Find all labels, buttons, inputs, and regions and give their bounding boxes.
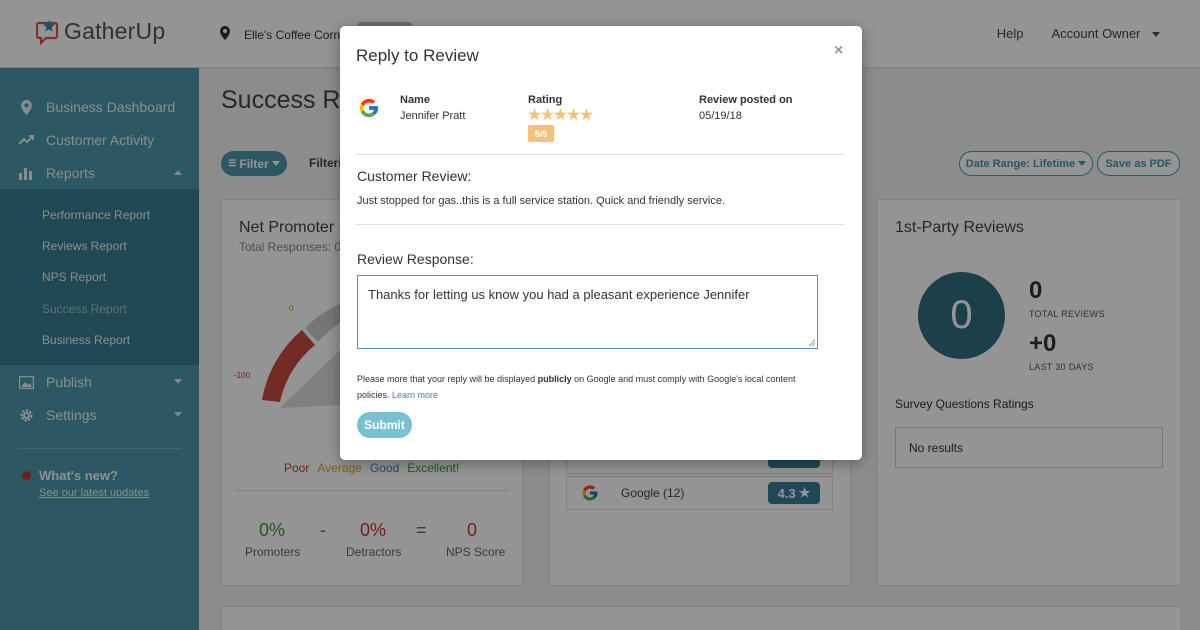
review-response-textarea[interactable]: Thanks for letting us know you had a ple… bbox=[357, 275, 818, 349]
modal-divider bbox=[356, 224, 844, 225]
reviewer-name: Jennifer Pratt bbox=[400, 110, 466, 122]
star-icons bbox=[528, 108, 593, 121]
rating-label: Rating bbox=[528, 94, 563, 106]
modal-title: Reply to Review bbox=[356, 46, 479, 65]
resize-handle-icon[interactable] bbox=[808, 339, 816, 347]
posted-label: Review posted on bbox=[699, 94, 793, 106]
notice-bold: publicly bbox=[537, 374, 572, 384]
close-icon[interactable]: × bbox=[834, 42, 843, 60]
posted-date: 05/19/18 bbox=[699, 110, 742, 122]
modal-divider bbox=[356, 154, 844, 155]
reply-to-review-modal: Reply to Review × Name Jennifer Pratt Ra… bbox=[340, 26, 862, 460]
submit-button[interactable]: Submit bbox=[357, 412, 412, 438]
rating-stars bbox=[528, 108, 594, 121]
policy-notice: Please more that your reply will be disp… bbox=[357, 371, 817, 403]
name-label: Name bbox=[400, 94, 430, 106]
google-icon bbox=[358, 97, 380, 119]
customer-review-heading: Customer Review: bbox=[357, 168, 472, 184]
rating-badge: 5/5 bbox=[528, 125, 554, 142]
learn-more-link[interactable]: Learn more bbox=[392, 390, 438, 400]
customer-review-text: Just stopped for gas..this is a full ser… bbox=[357, 195, 726, 207]
notice-text-1: Please more that your reply will be disp… bbox=[357, 374, 538, 384]
review-response-heading: Review Response: bbox=[357, 251, 474, 267]
